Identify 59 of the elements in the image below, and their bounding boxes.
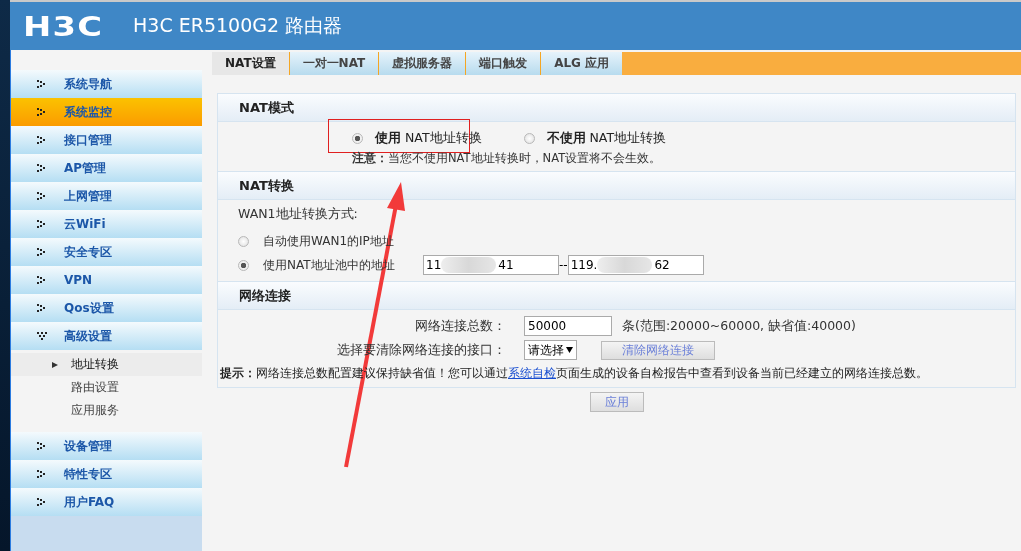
sidebar-item[interactable]: 安全专区 [11,238,202,266]
sidebar-item[interactable]: 系统导航 [11,70,202,98]
chevron-icon [37,498,47,506]
chevron-icon [37,304,47,312]
input-field[interactable]: 11 41 [423,255,559,275]
chevron-icon [37,108,47,116]
chevron-icon [37,276,47,284]
field-label: WAN1地址转换方式: [238,206,359,223]
sidebar-item[interactable]: 用户FAQ [11,488,202,516]
chevron-icon [37,470,47,478]
sidebar-item[interactable]: VPN [11,266,202,294]
sidebar-item[interactable]: 设备管理 [11,432,202,460]
submenu-item[interactable]: 地址转换 [11,353,202,376]
chevron-icon [37,136,47,144]
range-separator: -- [559,258,568,272]
option-label: 不使用 NAT地址转换 [546,130,667,147]
sidebar-item[interactable]: 高级设置 [11,322,202,350]
radio-option[interactable]: 不使用 NAT地址转换 [523,130,667,147]
sidebar-item[interactable]: 系统监控 [11,98,202,126]
chevron-icon [37,332,47,340]
submenu-item[interactable]: 应用服务 [11,399,202,422]
sidebar-item[interactable]: AP管理 [11,154,202,182]
logo: H3C [23,10,105,42]
chevron-icon [37,220,47,228]
chevron-icon [37,442,47,450]
redaction-blur [597,257,653,273]
interface-dropdown[interactable]: 请选择 [524,340,577,360]
radio-button[interactable] [523,133,535,144]
tab[interactable]: 虚拟服务器 [378,52,466,75]
radio-button[interactable] [352,133,363,144]
tab[interactable]: 一对一NAT [288,52,379,75]
sidebar-item[interactable]: 特性专区 [11,460,202,488]
range-hint: 条(范围:20000~60000, 缺省值:40000) [622,317,856,335]
sidebar-item[interactable]: 上网管理 [11,182,202,210]
section-header: NAT转换 [218,172,1015,200]
dropdown-arrow-icon [566,347,573,353]
radio-button[interactable] [238,259,249,271]
tab[interactable]: NAT设置 [212,52,289,75]
redaction-blur [441,257,497,273]
section-header: NAT模式 [218,94,1015,122]
chevron-icon [37,164,47,172]
window-title: H3C ER5100G2 路由器 [133,13,343,38]
sidebar-item[interactable]: Qos设置 [11,294,202,322]
self-check-link[interactable]: 系统自检 [508,366,556,380]
note-text: 注意：当您不使用NAT地址转换时，NAT设置将不会生效。 [352,151,663,166]
field-label: 网络连接总数： [414,317,507,335]
pointer-icon [52,361,58,368]
tab[interactable]: ALG 应用 [540,52,623,75]
submenu-item[interactable]: 路由设置 [11,376,202,399]
tab[interactable]: 端口触发 [465,52,541,75]
chevron-icon [37,248,47,256]
section-header: 网络连接 [218,282,1015,310]
chevron-icon [37,80,47,88]
radio-button[interactable] [238,235,249,247]
input-field[interactable]: 50000 [524,316,612,336]
input-field[interactable]: 119. 62 [567,255,704,275]
chevron-icon [37,192,47,200]
sidebar-item[interactable]: 云WiFi [11,210,202,238]
sidebar-item[interactable]: 接口管理 [11,126,202,154]
